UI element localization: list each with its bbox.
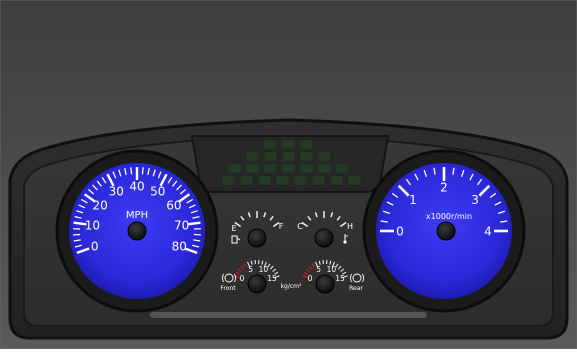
front-pressure-hub — [248, 275, 266, 293]
tachometer-label: 3 — [471, 193, 479, 207]
indicator-cell — [282, 152, 295, 161]
speedometer-label: 10 — [85, 218, 100, 232]
rear-pressure-label: 10 — [327, 265, 337, 274]
fuel-full-label: F — [279, 222, 284, 231]
speedometer-label: 50 — [150, 184, 165, 198]
front-pressure-label: 10 — [259, 265, 269, 274]
rear-label: Rear — [349, 285, 363, 292]
indicator-cell — [264, 140, 277, 149]
bottom-trim — [150, 312, 427, 318]
indicator-cell — [246, 152, 259, 161]
front-label: Front — [220, 285, 236, 292]
front-pressure-label: 5 — [248, 265, 253, 274]
indicator-cell — [318, 152, 331, 161]
temp-cold-label: C — [297, 222, 303, 231]
fuel-empty-label: E — [231, 224, 236, 233]
indicator-cell — [276, 176, 289, 185]
cluster-svg: 01020304050607080 MPH 01234 x1000r/min E… — [0, 0, 577, 349]
front-pressure-label: 0 — [240, 274, 245, 283]
front-pressure-label: 15 — [267, 274, 277, 283]
indicator-cell — [222, 176, 235, 185]
tachometer-label: 4 — [484, 224, 492, 238]
tachometer-label: 0 — [396, 224, 404, 238]
speedometer-hub — [128, 222, 146, 240]
tachometer-hub — [437, 222, 455, 240]
indicator-cell — [300, 164, 313, 173]
tachometer-unit: x1000r/min — [426, 212, 472, 221]
indicator-cell — [348, 176, 361, 185]
speedometer: 0 10 2030 40 5060 70 80 MPH — [57, 151, 217, 311]
rear-pressure-label: 0 — [308, 274, 313, 283]
pressure-unit: kg/cm² — [281, 283, 302, 290]
rear-pressure-label: 15 — [335, 274, 345, 283]
indicator-cell — [240, 176, 253, 185]
instrument-cluster: 01020304050607080 MPH 01234 x1000r/min E… — [0, 0, 577, 349]
speedometer-label: 70 — [174, 218, 189, 232]
speedometer-tick — [131, 167, 132, 174]
indicator-cell — [300, 140, 313, 149]
indicator-cell — [282, 140, 295, 149]
temp-gauge-hub — [315, 229, 333, 247]
indicator-cell — [312, 176, 325, 185]
speedometer-label: 0 — [91, 240, 99, 254]
speedometer-label: 80 — [172, 240, 187, 254]
indicator-cell — [264, 152, 277, 161]
indicator-cell — [258, 176, 271, 185]
indicator-cell — [264, 164, 277, 173]
indicator-cell — [318, 164, 331, 173]
indicator-cell — [330, 176, 343, 185]
temp-hot-label: H — [347, 222, 353, 231]
indicator-cell — [294, 176, 307, 185]
speedometer-tick — [188, 223, 201, 225]
indicator-cell — [282, 164, 295, 173]
speedometer-unit: MPH — [126, 210, 148, 221]
indicator-cell — [336, 164, 349, 173]
rear-pressure-label: 5 — [316, 265, 321, 274]
indicator-cell — [300, 152, 313, 161]
indicator-cell — [246, 164, 259, 173]
speedometer-tick — [142, 167, 143, 174]
speedometer-label: 40 — [129, 179, 144, 193]
tachometer-label: 1 — [409, 193, 417, 207]
tachometer-label: 2 — [440, 180, 448, 194]
speedometer-label: 60 — [166, 199, 181, 213]
rear-pressure-hub — [316, 275, 334, 293]
tachometer: 0 1 2 3 4 x1000r/min — [364, 151, 524, 311]
speedometer-label: 30 — [109, 184, 124, 198]
speedometer-label: 20 — [92, 199, 107, 213]
fuel-gauge-hub — [248, 229, 266, 247]
indicator-cell — [228, 164, 241, 173]
